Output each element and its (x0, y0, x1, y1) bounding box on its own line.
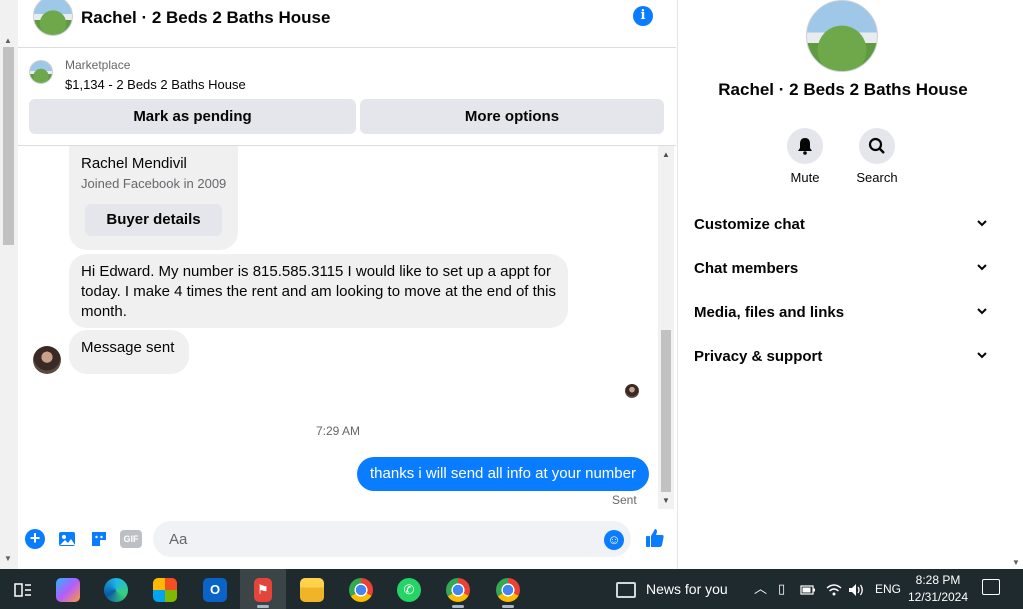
buyer-details-button[interactable]: Buyer details (85, 204, 222, 236)
chat-scrollbar[interactable]: ▲ ▼ (658, 146, 674, 509)
conversation-info-panel: Rachel · 2 Beds 2 Baths House Mute Searc… (677, 0, 1007, 569)
emoji-icon[interactable]: ☺ (604, 530, 624, 550)
sent-status: Sent (612, 493, 637, 507)
info-panel-title: Rachel · 2 Beds 2 Baths House (718, 80, 968, 99)
listing-price-title[interactable]: $1,134 - 2 Beds 2 Baths House (65, 77, 246, 92)
search-button[interactable]: Search (847, 128, 907, 185)
listing-avatar[interactable] (33, 0, 73, 36)
section-label: Customize chat (694, 216, 805, 233)
plus-icon[interactable]: + (25, 529, 45, 549)
media-files-links-section[interactable]: Media, files and links (694, 298, 992, 328)
clock-time: 8:28 PM (915, 573, 961, 587)
mark-as-pending-button[interactable]: Mark as pending (29, 99, 356, 134)
seen-indicator-avatar (625, 384, 639, 398)
chevron-down-icon (976, 210, 988, 240)
task-view-icon[interactable] (0, 569, 46, 609)
sticker-icon[interactable] (89, 529, 109, 549)
sender-avatar[interactable] (33, 346, 61, 374)
info-icon[interactable]: i (633, 6, 653, 26)
section-label: Privacy & support (694, 348, 823, 365)
chevron-down-icon (976, 342, 988, 372)
more-options-button[interactable]: More options (360, 99, 664, 134)
chrome-profile-icon[interactable] (435, 569, 481, 609)
outlook-icon[interactable]: O (192, 569, 238, 609)
chrome-icon[interactable] (338, 569, 384, 609)
language-indicator[interactable]: ENG (875, 569, 901, 609)
page-scrollbar[interactable]: ▲ ▼ (0, 0, 18, 569)
section-label: Chat members (694, 260, 799, 277)
taskbar: O ⚑ ✆ News for you ︿ ▯ ENG 8:28 PM 12/31… (0, 569, 1023, 609)
gif-icon[interactable]: GIF (120, 530, 142, 548)
marketplace-label: Marketplace (65, 58, 131, 72)
system-clock[interactable]: 8:28 PM 12/31/2024 (900, 572, 976, 606)
scroll-up-arrow[interactable]: ▲ (662, 150, 670, 159)
active-indicator (257, 605, 269, 608)
customize-chat-section[interactable]: Customize chat (694, 210, 992, 240)
mute-label: Mute (790, 170, 820, 185)
scroll-down-arrow[interactable]: ▼ (662, 496, 670, 505)
message-timestamp: 7:29 AM (315, 424, 361, 438)
message-input[interactable] (153, 521, 631, 557)
news-label: News for you (646, 581, 728, 597)
outgoing-message[interactable]: thanks i will send all info at your numb… (357, 457, 649, 491)
news-icon (616, 582, 636, 599)
message-list: Rachel Mendivil Joined Facebook in 2009 … (18, 146, 658, 509)
running-indicator (452, 605, 464, 608)
buyer-name: Rachel Mendivil (81, 155, 187, 172)
copilot-icon[interactable] (45, 569, 91, 609)
meet-icon[interactable]: ▯ (778, 569, 785, 609)
scrollbar-thumb[interactable] (3, 47, 14, 245)
scroll-up-arrow[interactable]: ▲ (4, 36, 12, 45)
scroll-down-arrow[interactable]: ▼ (4, 554, 12, 563)
chevron-down-icon (976, 254, 988, 284)
marketplace-listing-bar: Marketplace $1,134 - 2 Beds 2 Baths Hous… (18, 48, 676, 146)
privacy-support-section[interactable]: Privacy & support (694, 342, 992, 372)
search-icon (859, 128, 895, 164)
edge-icon[interactable] (93, 569, 139, 609)
chat-title[interactable]: Rachel · 2 Beds 2 Baths House (81, 8, 330, 28)
wifi-icon[interactable] (826, 569, 842, 609)
store-icon[interactable] (142, 569, 188, 609)
battery-icon[interactable] (800, 569, 816, 609)
clock-date: 12/31/2024 (907, 590, 969, 604)
search-label: Search (856, 170, 898, 185)
bell-icon (787, 128, 823, 164)
image-icon[interactable] (57, 529, 77, 549)
profile-avatar[interactable] (806, 0, 878, 72)
notification-icon[interactable] (982, 579, 1000, 595)
whatsapp-icon[interactable]: ✆ (386, 569, 432, 609)
listing-thumbnail[interactable] (29, 60, 53, 84)
running-indicator (502, 605, 514, 608)
chat-members-section[interactable]: Chat members (694, 254, 992, 284)
message-composer: + GIF ☺ (18, 509, 676, 569)
like-icon[interactable] (644, 527, 664, 547)
volume-icon[interactable] (848, 569, 866, 609)
incoming-message[interactable]: Hi Edward. My number is 815.585.3115 I w… (69, 254, 568, 328)
scrollbar-thumb[interactable] (661, 330, 671, 492)
scroll-down-arrow[interactable]: ▼ (1012, 558, 1020, 567)
mute-button[interactable]: Mute (775, 128, 835, 185)
news-widget[interactable]: News for you (616, 569, 728, 609)
chat-panel: Rachel · 2 Beds 2 Baths House i Marketpl… (18, 0, 676, 569)
chevron-up-icon[interactable]: ︿ (754, 569, 767, 609)
buyer-card: Rachel Mendivil Joined Facebook in 2009 … (69, 146, 238, 250)
right-scrollbar[interactable]: ▼ (1007, 0, 1023, 569)
chevron-down-icon (976, 298, 988, 328)
active-app-icon[interactable]: ⚑ (240, 569, 286, 609)
chat-header: Rachel · 2 Beds 2 Baths House i (18, 0, 676, 48)
section-label: Media, files and links (694, 304, 845, 321)
chrome-profile-icon[interactable] (485, 569, 531, 609)
incoming-message[interactable]: Message sent (69, 330, 189, 374)
file-explorer-icon[interactable] (289, 569, 335, 609)
buyer-joined: Joined Facebook in 2009 (81, 176, 227, 191)
